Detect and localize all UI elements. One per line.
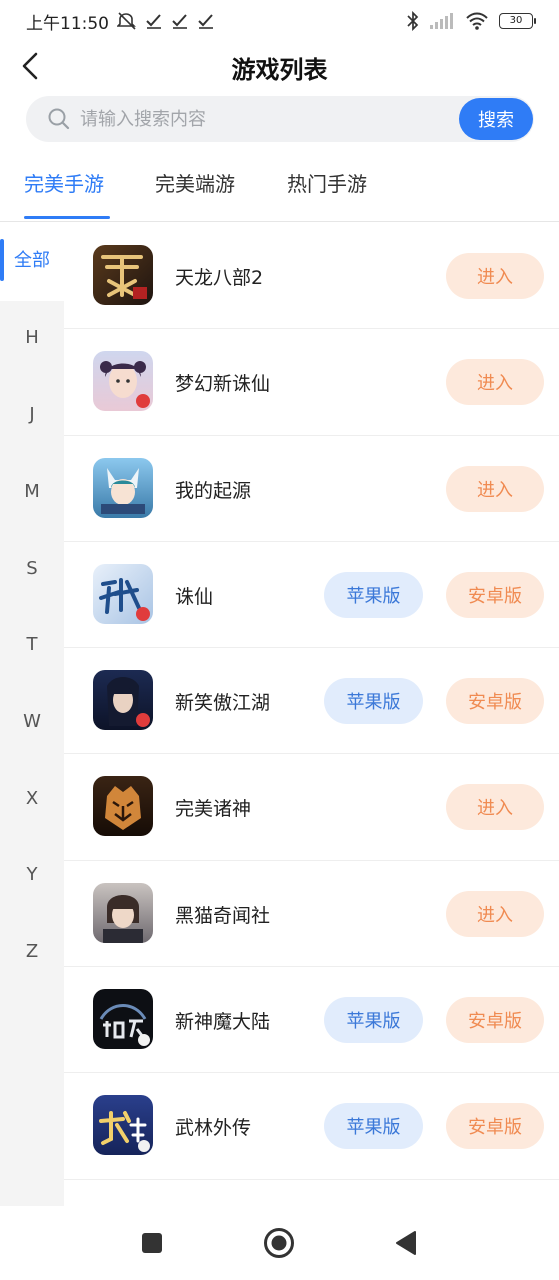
- mute-icon: [117, 12, 137, 30]
- wifi-icon: [465, 12, 489, 30]
- android-version-button[interactable]: 安卓版: [446, 997, 544, 1044]
- tab-perfect-pc[interactable]: 完美端游: [155, 168, 235, 197]
- back-arrow-icon: [22, 52, 38, 80]
- game-row: 完美诸神 进入: [64, 754, 559, 861]
- game-name: 武林外传: [175, 1117, 252, 1140]
- game-icon-heimao-qiwenshe[interactable]: [93, 882, 153, 943]
- game-row: 诛仙 苹果版 安卓版: [64, 542, 559, 649]
- search-bar: 搜索: [26, 96, 534, 142]
- game-list: 天龙八部2 进入 梦幻新诛仙 进入 我的起源 进入 诛仙 苹果版 安卓版 新笑傲…: [64, 223, 559, 1180]
- enter-button[interactable]: 进入: [446, 253, 544, 299]
- index-active-indicator: [0, 239, 4, 281]
- index-item-j[interactable]: J: [0, 404, 64, 425]
- game-icon-wulin-waizhuan[interactable]: [93, 1095, 153, 1156]
- ios-version-button[interactable]: 苹果版: [324, 1103, 423, 1150]
- status-right: 30: [407, 11, 536, 31]
- check-icon: [197, 13, 215, 29]
- search-button[interactable]: 搜索: [459, 98, 533, 140]
- game-row: 黑猫奇闻社 进入: [64, 861, 559, 968]
- enter-button[interactable]: 进入: [446, 465, 544, 512]
- game-name: 新神魔大陆: [175, 1011, 271, 1034]
- android-version-button[interactable]: 安卓版: [446, 678, 544, 725]
- android-version-button[interactable]: 安卓版: [446, 571, 544, 618]
- tab-active-indicator: [24, 216, 110, 219]
- game-row: 天龙八部2 进入: [64, 223, 559, 330]
- game-row: 武林外传 苹果版 安卓版: [64, 1073, 559, 1180]
- index-item-all[interactable]: 全部: [0, 223, 64, 301]
- game-icon-zhuxian[interactable]: [93, 563, 153, 624]
- tab-bar: 完美手游 完美端游 热门手游: [0, 160, 559, 222]
- signal-icon: [429, 12, 455, 30]
- bluetooth-icon: [407, 11, 419, 31]
- game-name: 我的起源: [175, 479, 252, 502]
- index-item-z[interactable]: Z: [0, 941, 64, 962]
- index-item-y[interactable]: Y: [0, 864, 64, 885]
- game-icon-wode-qiyuan[interactable]: [93, 457, 153, 518]
- search-icon: [46, 106, 72, 132]
- game-name: 完美诸神: [175, 798, 252, 821]
- game-icon-menghuan-zhuxian[interactable]: [93, 351, 153, 412]
- status-bar: 上午11:50 30: [0, 0, 559, 42]
- game-icon-tianlong[interactable]: [93, 245, 153, 305]
- home-icon: [264, 1228, 294, 1258]
- recents-button[interactable]: [135, 1226, 169, 1260]
- back-triangle-icon: [396, 1231, 416, 1255]
- game-icon-xin-shenmo-dalu[interactable]: [93, 989, 153, 1050]
- game-name: 天龙八部2: [175, 267, 264, 289]
- status-time: 上午11:50: [26, 13, 109, 34]
- game-name: 黑猫奇闻社: [175, 904, 271, 927]
- page-title: 游戏列表: [231, 55, 328, 84]
- game-row: 新笑傲江湖 苹果版 安卓版: [64, 648, 559, 755]
- tab-perfect-mobile[interactable]: 完美手游: [24, 168, 104, 197]
- index-item-w[interactable]: W: [0, 711, 64, 732]
- android-version-button[interactable]: 安卓版: [446, 1103, 544, 1150]
- battery-icon: 30: [499, 13, 536, 29]
- recents-icon: [142, 1233, 162, 1253]
- game-name: 诛仙: [175, 585, 214, 608]
- game-row: 梦幻新诛仙 进入: [64, 329, 559, 436]
- enter-button[interactable]: 进入: [446, 359, 544, 406]
- ios-version-button[interactable]: 苹果版: [324, 571, 423, 618]
- index-item-h[interactable]: H: [0, 327, 64, 348]
- ios-version-button[interactable]: 苹果版: [324, 678, 423, 725]
- back-button[interactable]: [12, 48, 48, 84]
- ios-version-button[interactable]: 苹果版: [324, 997, 423, 1044]
- system-nav-bar: [0, 1206, 559, 1280]
- enter-button[interactable]: 进入: [446, 890, 544, 937]
- enter-button[interactable]: 进入: [446, 784, 544, 831]
- tab-hot-mobile[interactable]: 热门手游: [287, 168, 367, 197]
- home-button[interactable]: [262, 1226, 296, 1260]
- game-name: 梦幻新诛仙: [175, 373, 271, 396]
- system-back-button[interactable]: [389, 1226, 423, 1260]
- index-sidebar: 全部 H J M S T W X Y Z: [0, 223, 64, 1206]
- game-row: 新神魔大陆 苹果版 安卓版: [64, 967, 559, 1074]
- game-icon-wanmei-zhushen[interactable]: [93, 776, 153, 837]
- status-left: 上午11:50: [26, 9, 215, 34]
- index-item-m[interactable]: M: [0, 481, 64, 502]
- index-item-t[interactable]: T: [0, 634, 64, 655]
- index-item-s[interactable]: S: [0, 558, 64, 579]
- game-row: 我的起源 进入: [64, 436, 559, 542]
- index-item-x[interactable]: X: [0, 788, 64, 809]
- header: 游戏列表: [0, 42, 559, 92]
- game-name: 新笑傲江湖: [175, 692, 271, 715]
- check-icon: [145, 13, 163, 29]
- game-icon-xin-xiaoao-jianghu[interactable]: [93, 670, 153, 731]
- check-icon: [171, 13, 189, 29]
